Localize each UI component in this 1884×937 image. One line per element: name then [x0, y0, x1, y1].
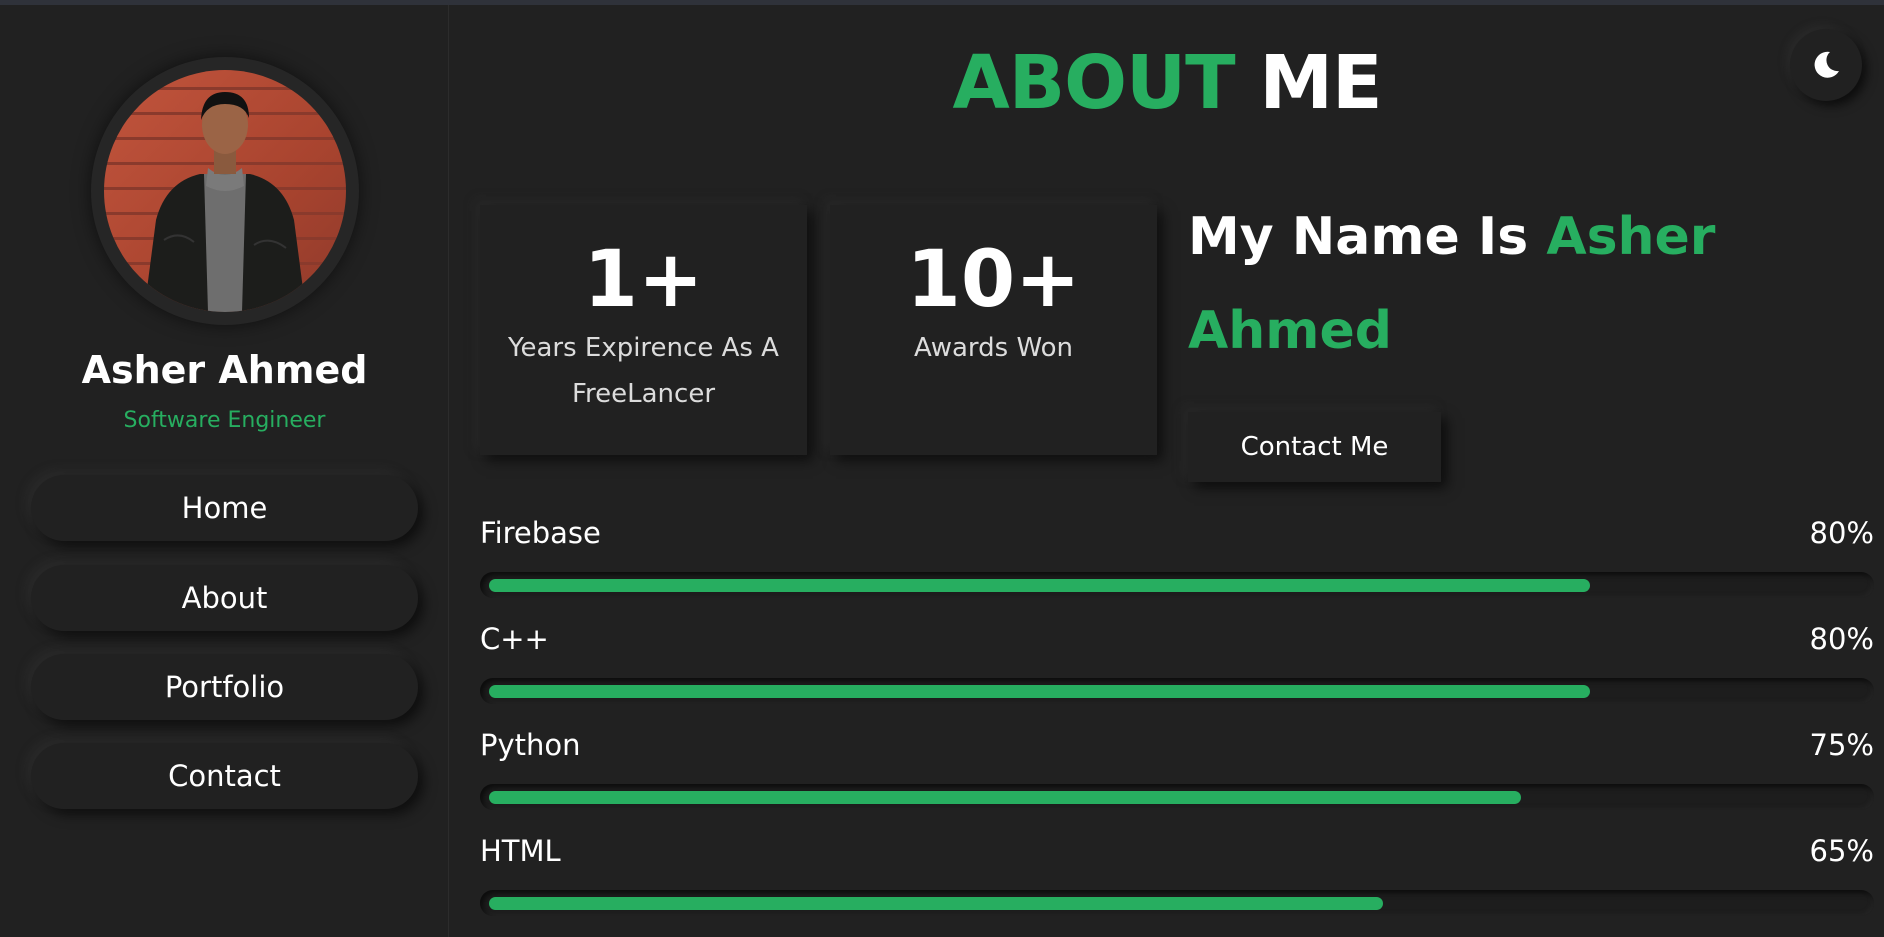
- nav-home-button[interactable]: Home: [31, 475, 418, 541]
- stat-value: 1+: [583, 235, 704, 325]
- skill-html: HTML 65%: [480, 834, 1874, 916]
- intro-last-name: Ahmed: [1188, 301, 1392, 361]
- skill-progress-track: [480, 890, 1874, 916]
- skill-percent: 65%: [1809, 834, 1874, 868]
- nav-portfolio-button[interactable]: Portfolio: [31, 654, 418, 720]
- stat-card-experience: 1+ Years Expirence As A FreeLancer: [480, 205, 807, 455]
- skill-python: Python 75%: [480, 728, 1874, 810]
- profile-photo-icon: [144, 92, 306, 312]
- skill-progress-track: [480, 572, 1874, 598]
- skill-name: Python: [480, 728, 581, 762]
- stat-label: Years Expirence As A FreeLancer: [508, 333, 779, 409]
- intro-first-name: Asher: [1546, 207, 1716, 267]
- skill-percent: 80%: [1809, 622, 1874, 656]
- contact-me-button[interactable]: Contact Me: [1188, 412, 1441, 482]
- intro-heading: My Name Is Asher Ahmed: [1188, 190, 1828, 378]
- avatar: [104, 70, 346, 312]
- page-title-rest: ME: [1259, 40, 1382, 126]
- stat-label: Awards Won: [913, 333, 1074, 363]
- skill-progress-fill: [489, 897, 1383, 910]
- page-title-accent: ABOUT: [952, 40, 1235, 126]
- skill-percent: 80%: [1809, 516, 1874, 550]
- stat-card-awards: 10+ Awards Won: [830, 205, 1157, 455]
- skill-firebase: Firebase 80%: [480, 516, 1874, 598]
- stat-value: 10+: [906, 235, 1081, 325]
- skill-name: C++: [480, 622, 549, 656]
- skill-name: HTML: [480, 834, 561, 868]
- skill-percent: 75%: [1809, 728, 1874, 762]
- skill-progress-track: [480, 678, 1874, 704]
- main-content: ABOUT ME 1+ Years Expirence As A FreeLan…: [450, 5, 1884, 937]
- nav-about-button[interactable]: About: [31, 565, 418, 631]
- nav-contact-button[interactable]: Contact: [31, 743, 418, 809]
- intro-prefix: My Name Is: [1188, 207, 1529, 267]
- moon-icon: [1814, 51, 1839, 78]
- skill-progress-track: [480, 784, 1874, 810]
- profile-name: Asher Ahmed: [81, 348, 368, 392]
- skill-progress-fill: [489, 791, 1521, 804]
- sidebar: Asher Ahmed Software Engineer Home About…: [0, 5, 449, 937]
- page-title: ABOUT ME: [450, 40, 1884, 126]
- skill-name: Firebase: [480, 516, 601, 550]
- avatar-frame: [91, 57, 359, 325]
- profile-role: Software Engineer: [123, 408, 326, 433]
- skill-progress-fill: [489, 685, 1590, 698]
- theme-toggle-button[interactable]: [1790, 29, 1862, 101]
- skill-progress-fill: [489, 579, 1590, 592]
- skill-cpp: C++ 80%: [480, 622, 1874, 704]
